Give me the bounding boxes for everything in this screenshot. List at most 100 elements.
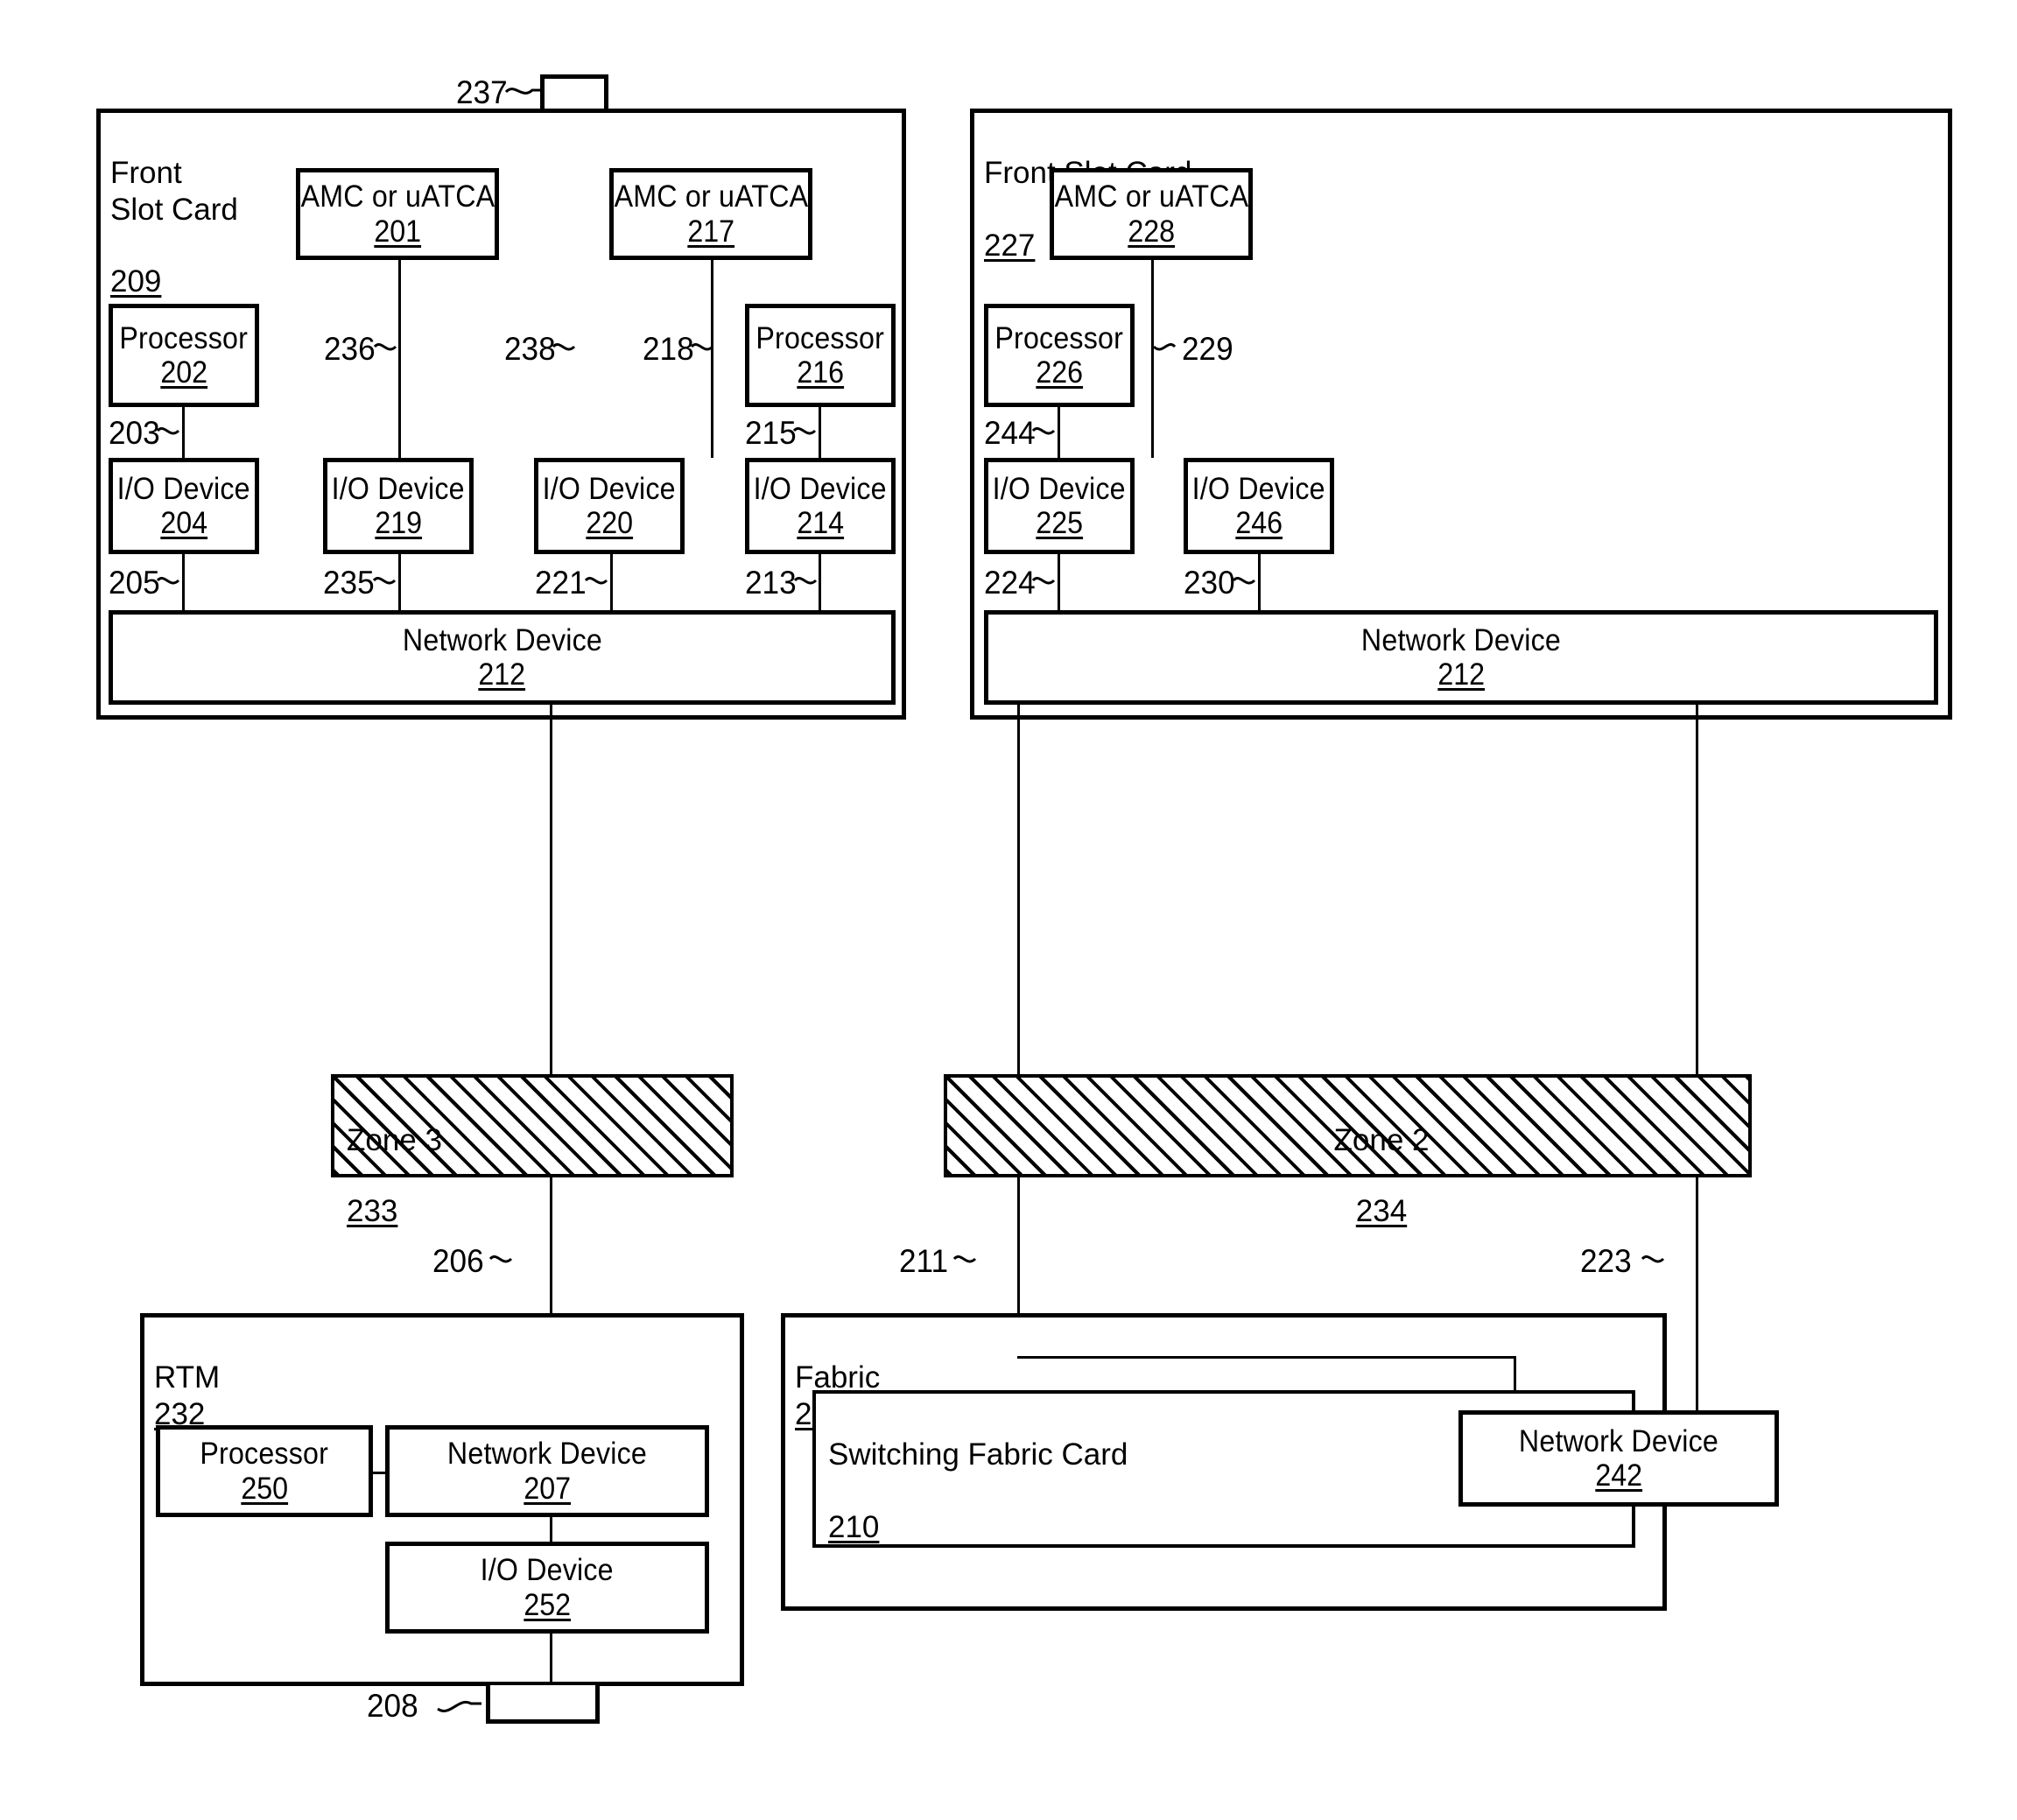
- box-io-214-title: I/O Device: [753, 471, 888, 506]
- box-io-220: I/O Device 220: [534, 458, 685, 554]
- ref-229: 229: [1182, 331, 1233, 367]
- ref-215: 215: [745, 415, 797, 451]
- zone-2-label: Zone 2 234: [1294, 1088, 1469, 1264]
- box-processor-226: Processor 226: [984, 304, 1135, 407]
- line-fabric-elbow-horizontal: [1017, 1356, 1516, 1359]
- leader-205: [156, 577, 180, 585]
- box-io-246: I/O Device 246: [1184, 458, 1334, 554]
- box-network-device-212-right-ref: 212: [1437, 657, 1485, 692]
- patent-figure: 237 Front Slot Card 209 AMC or uATCA 201…: [0, 0, 2017, 1820]
- zone-2-ref: 234: [1355, 1193, 1408, 1228]
- leader-206: [488, 1255, 513, 1263]
- line-net212-to-fabric: [1017, 705, 1020, 1359]
- switching-fabric-card-210-ref: 210: [828, 1509, 880, 1544]
- ref-224: 224: [984, 565, 1036, 601]
- box-io-220-ref: 220: [586, 506, 633, 540]
- box-processor-250-title: Processor: [200, 1437, 329, 1472]
- zone-2-name: Zone 2: [1333, 1123, 1430, 1158]
- leader-213: [793, 577, 818, 585]
- line-net212-to-net207: [550, 705, 552, 1402]
- box-network-device-242: Network Device 242: [1458, 1410, 1779, 1507]
- ref-206: 206: [432, 1243, 484, 1279]
- box-network-device-212-left-ref: 212: [478, 657, 526, 692]
- zone-3-name: Zone 3: [347, 1123, 442, 1158]
- ref-213: 213: [745, 565, 797, 601]
- box-io-246-title: I/O Device: [1191, 471, 1326, 506]
- box-amc-201-title: AMC or uATCA: [300, 179, 495, 214]
- box-amc-217: AMC or uATCA 217: [609, 168, 812, 260]
- box-io-246-ref: 246: [1235, 506, 1283, 540]
- zone-3-label: Zone 3 233: [347, 1088, 442, 1264]
- rtm-label: RTM: [154, 1360, 221, 1395]
- ref-236: 236: [324, 331, 376, 367]
- box-processor-216-ref: 216: [797, 355, 844, 390]
- box-amc-201: AMC or uATCA 201: [296, 168, 499, 260]
- box-io-252-title: I/O Device: [480, 1553, 615, 1588]
- ref-208: 208: [367, 1688, 418, 1724]
- box-amc-201-ref: 201: [374, 214, 421, 249]
- box-processor-216: Processor 216: [745, 304, 896, 407]
- rtm-title: RTM 232: [154, 1324, 228, 1432]
- box-amc-228-title: AMC or uATCA: [1054, 179, 1248, 214]
- ref-223: 223: [1580, 1243, 1632, 1279]
- box-network-device-212-right-title: Network Device: [1360, 622, 1562, 657]
- box-network-device-207-title: Network Device: [446, 1437, 648, 1472]
- ref-235: 235: [323, 565, 375, 601]
- box-network-device-242-title: Network Device: [1518, 1423, 1719, 1458]
- leader-237: [504, 88, 541, 95]
- line-io252-to-stub208: [550, 1634, 552, 1690]
- box-network-device-212-left-title: Network Device: [402, 622, 602, 657]
- box-amc-228: AMC or uATCA 228: [1050, 168, 1253, 260]
- box-io-252-ref: 252: [524, 1587, 571, 1622]
- front-slot-card-209-ref: 209: [110, 264, 162, 299]
- zone-3-ref: 233: [347, 1193, 398, 1228]
- box-processor-250-ref: 250: [241, 1471, 288, 1506]
- box-amc-217-title: AMC or uATCA: [614, 179, 808, 214]
- switching-fabric-card-210-label: Switching Fabric Card: [828, 1437, 1128, 1472]
- front-slot-card-209-label: Front Slot Card: [110, 156, 238, 227]
- box-io-219-ref: 219: [375, 506, 422, 540]
- box-io-214: I/O Device 214: [745, 458, 896, 554]
- ref-211: 211: [899, 1243, 949, 1279]
- line-net207-to-io252: [550, 1517, 552, 1542]
- box-io-204: I/O Device 204: [109, 458, 259, 554]
- ref-244: 244: [984, 415, 1036, 451]
- leader-236: [373, 343, 397, 351]
- switching-fabric-card-210-title: Switching Fabric Card 210: [828, 1401, 1128, 1545]
- box-network-device-207: Network Device 207: [385, 1425, 709, 1517]
- line-net212r-to-net242: [1696, 705, 1698, 1410]
- ref-203: 203: [109, 415, 160, 451]
- leader-203: [156, 427, 180, 435]
- box-network-device-207-ref: 207: [524, 1471, 571, 1506]
- leader-244: [1031, 427, 1056, 435]
- box-io-204-ref: 204: [160, 506, 207, 540]
- ref-205: 205: [109, 565, 160, 601]
- box-amc-228-ref: 228: [1128, 214, 1175, 249]
- ref-237: 237: [456, 74, 508, 110]
- leader-229: [1152, 343, 1177, 351]
- leader-224: [1031, 577, 1056, 585]
- leader-221: [584, 577, 608, 585]
- leader-223: [1641, 1255, 1665, 1263]
- box-io-225-title: I/O Device: [992, 471, 1127, 506]
- box-io-220-title: I/O Device: [542, 471, 677, 506]
- leader-235: [372, 577, 397, 585]
- box-processor-226-title: Processor: [994, 320, 1124, 355]
- ref-218: 218: [643, 331, 694, 367]
- box-network-device-212-right: Network Device 212: [984, 610, 1938, 705]
- box-io-225: I/O Device 225: [984, 458, 1135, 554]
- connector-stub-208: [486, 1685, 600, 1724]
- box-processor-250: Processor 250: [156, 1425, 373, 1517]
- box-processor-202-title: Processor: [119, 320, 249, 355]
- front-slot-card-227-ref: 227: [984, 228, 1036, 263]
- leader-215: [792, 427, 817, 435]
- leader-230: [1232, 577, 1256, 585]
- leader-238: [552, 343, 576, 351]
- box-io-225-ref: 225: [1036, 506, 1083, 540]
- box-io-252: I/O Device 252: [385, 1542, 709, 1634]
- leader-208: [437, 1700, 481, 1712]
- ref-221: 221: [535, 565, 587, 601]
- ref-238: 238: [504, 331, 556, 367]
- box-processor-226-ref: 226: [1036, 355, 1083, 390]
- ref-230: 230: [1184, 565, 1235, 601]
